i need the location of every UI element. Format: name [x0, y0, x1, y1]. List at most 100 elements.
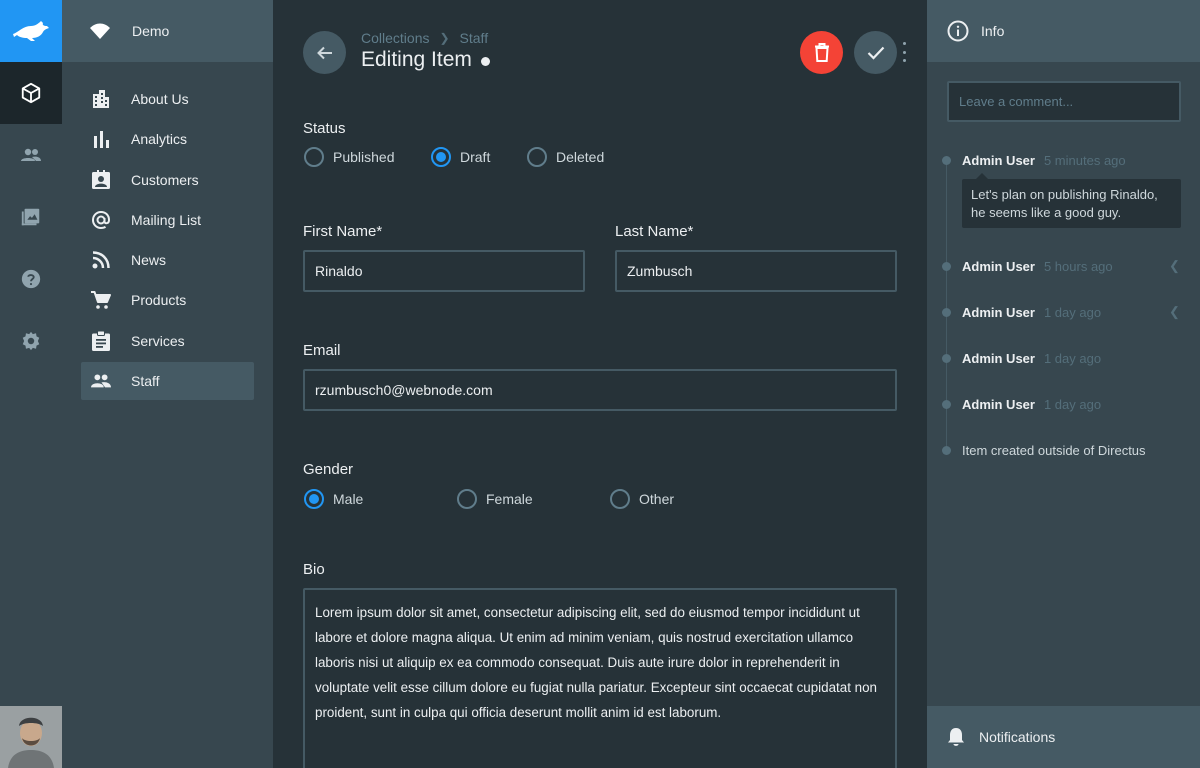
logo[interactable] [0, 0, 62, 62]
nav-item-staff[interactable]: Staff [81, 362, 254, 401]
gender-label: Gender [303, 461, 354, 478]
radio-circle [431, 147, 451, 167]
radio-circle [304, 489, 324, 509]
radio-label: Deleted [556, 149, 605, 165]
first-name-field[interactable]: Rinaldo [303, 250, 585, 292]
wifi-icon [90, 23, 110, 39]
activity-time: 1 day ago [1043, 351, 1102, 366]
activity-node [942, 262, 951, 271]
radio-circle [457, 489, 477, 509]
activity-item[interactable]: Admin User 5 minutes ago [942, 153, 1126, 168]
nav-label: Analytics [131, 131, 188, 148]
gender-radio-male[interactable]: Male [304, 489, 363, 509]
breadcrumb-collections[interactable]: Collections [361, 30, 429, 46]
arrow-left-icon [316, 46, 332, 59]
save-button[interactable] [854, 31, 897, 74]
nav-item-services[interactable]: Services [81, 322, 254, 360]
status-radio-deleted[interactable]: Deleted [527, 147, 604, 167]
activity-node [942, 446, 951, 455]
activity-item[interactable]: Admin User 1 day ago [942, 397, 1101, 412]
files-rail-button[interactable] [0, 186, 62, 248]
user-avatar[interactable] [0, 706, 62, 768]
back-button[interactable] [303, 31, 346, 74]
activity-time: 1 day ago [1043, 305, 1102, 320]
activity-time: 1 day ago [1043, 397, 1102, 412]
help-rail-button[interactable] [0, 248, 62, 310]
cart-icon [91, 290, 111, 310]
activity-node [942, 308, 951, 317]
check-icon [867, 46, 884, 60]
bio-textarea[interactable]: Lorem ipsum dolor sit amet, consectetur … [303, 588, 897, 768]
trash-icon [814, 43, 829, 62]
unsaved-indicator [480, 57, 490, 66]
radio-label: Published [333, 149, 395, 165]
bar-chart-icon [91, 129, 111, 149]
nav-item-analytics[interactable]: Analytics [81, 120, 254, 158]
nav-label: Mailing List [131, 211, 202, 228]
people-icon [91, 371, 111, 391]
collections-rail-button[interactable] [0, 62, 62, 124]
activity-node [942, 354, 951, 363]
breadcrumb-staff[interactable]: Staff [460, 30, 489, 46]
settings-icon [22, 331, 40, 351]
nav-label: Staff [131, 373, 160, 390]
box-icon [21, 82, 41, 104]
activity-item: Item created outside of Directus [942, 443, 1146, 458]
at-sign-icon [91, 210, 111, 230]
activity-time: 5 hours ago [1043, 259, 1113, 274]
collections-nav: Demo About Us Analytics Customers Mailin… [62, 0, 273, 768]
notifications-label: Notifications [979, 729, 1056, 745]
help-icon [21, 269, 41, 289]
gender-radio-other[interactable]: Other [610, 489, 674, 509]
project-switcher[interactable]: Demo [62, 0, 273, 62]
notifications-button[interactable]: Notifications [927, 706, 1200, 768]
delete-button[interactable] [800, 31, 843, 74]
info-header: Info [927, 0, 1200, 62]
contact-card-icon [91, 169, 111, 190]
nav-item-products[interactable]: Products [81, 281, 254, 319]
email-field[interactable]: rzumbusch0@webnode.com [303, 369, 897, 411]
info-icon [947, 20, 969, 42]
activity-comment: Let's plan on publishing Rinaldo, he see… [962, 173, 1181, 228]
radio-label: Female [486, 491, 533, 507]
breadcrumb: Collections ❯ Staff [361, 30, 488, 46]
nav-label: About Us [131, 91, 189, 107]
radio-label: Other [639, 491, 675, 507]
status-radio-draft[interactable]: Draft [431, 147, 490, 167]
nav-label: Products [131, 292, 187, 309]
nav-label: Customers [131, 171, 199, 188]
comment-input[interactable]: Leave a comment... [947, 81, 1181, 122]
nav-item-customers[interactable]: Customers [81, 161, 254, 199]
app-rail [0, 0, 62, 768]
activity-node [942, 400, 951, 409]
users-rail-button[interactable] [0, 124, 62, 186]
chevron-left-icon[interactable]: ❮ [1169, 304, 1180, 320]
chevron-left-icon[interactable]: ❮ [1169, 258, 1180, 274]
collection-list: About Us Analytics Customers Mailing Lis… [62, 62, 273, 401]
radio-circle [610, 489, 630, 509]
status-radio-published[interactable]: Published [304, 147, 395, 167]
more-options-icon[interactable] [901, 42, 907, 62]
email-label: Email [303, 342, 341, 359]
activity-user: Admin User [962, 153, 1035, 168]
gender-radio-female[interactable]: Female [457, 489, 533, 509]
rabbit-logo-icon [13, 21, 49, 41]
activity-item[interactable]: Admin User 1 day ago [942, 305, 1101, 320]
nav-item-about-us[interactable]: About Us [81, 80, 254, 118]
first-name-label: First Name* [303, 223, 383, 240]
clipboard-icon [91, 330, 111, 351]
last-name-label: Last Name* [615, 223, 694, 240]
activity-item[interactable]: Admin User 1 day ago [942, 351, 1101, 366]
info-title: Info [981, 23, 1005, 39]
settings-rail-button[interactable] [0, 310, 62, 372]
project-name: Demo [132, 23, 170, 39]
activity-user: Admin User [962, 305, 1035, 320]
nav-item-news[interactable]: News [81, 241, 254, 279]
users-icon [21, 148, 41, 161]
rss-icon [91, 250, 111, 270]
bio-label: Bio [303, 561, 325, 578]
radio-circle [527, 147, 547, 167]
activity-item[interactable]: Admin User 5 hours ago [942, 259, 1113, 274]
nav-item-mailing-list[interactable]: Mailing List [81, 201, 254, 239]
last-name-field[interactable]: Zumbusch [615, 250, 897, 292]
